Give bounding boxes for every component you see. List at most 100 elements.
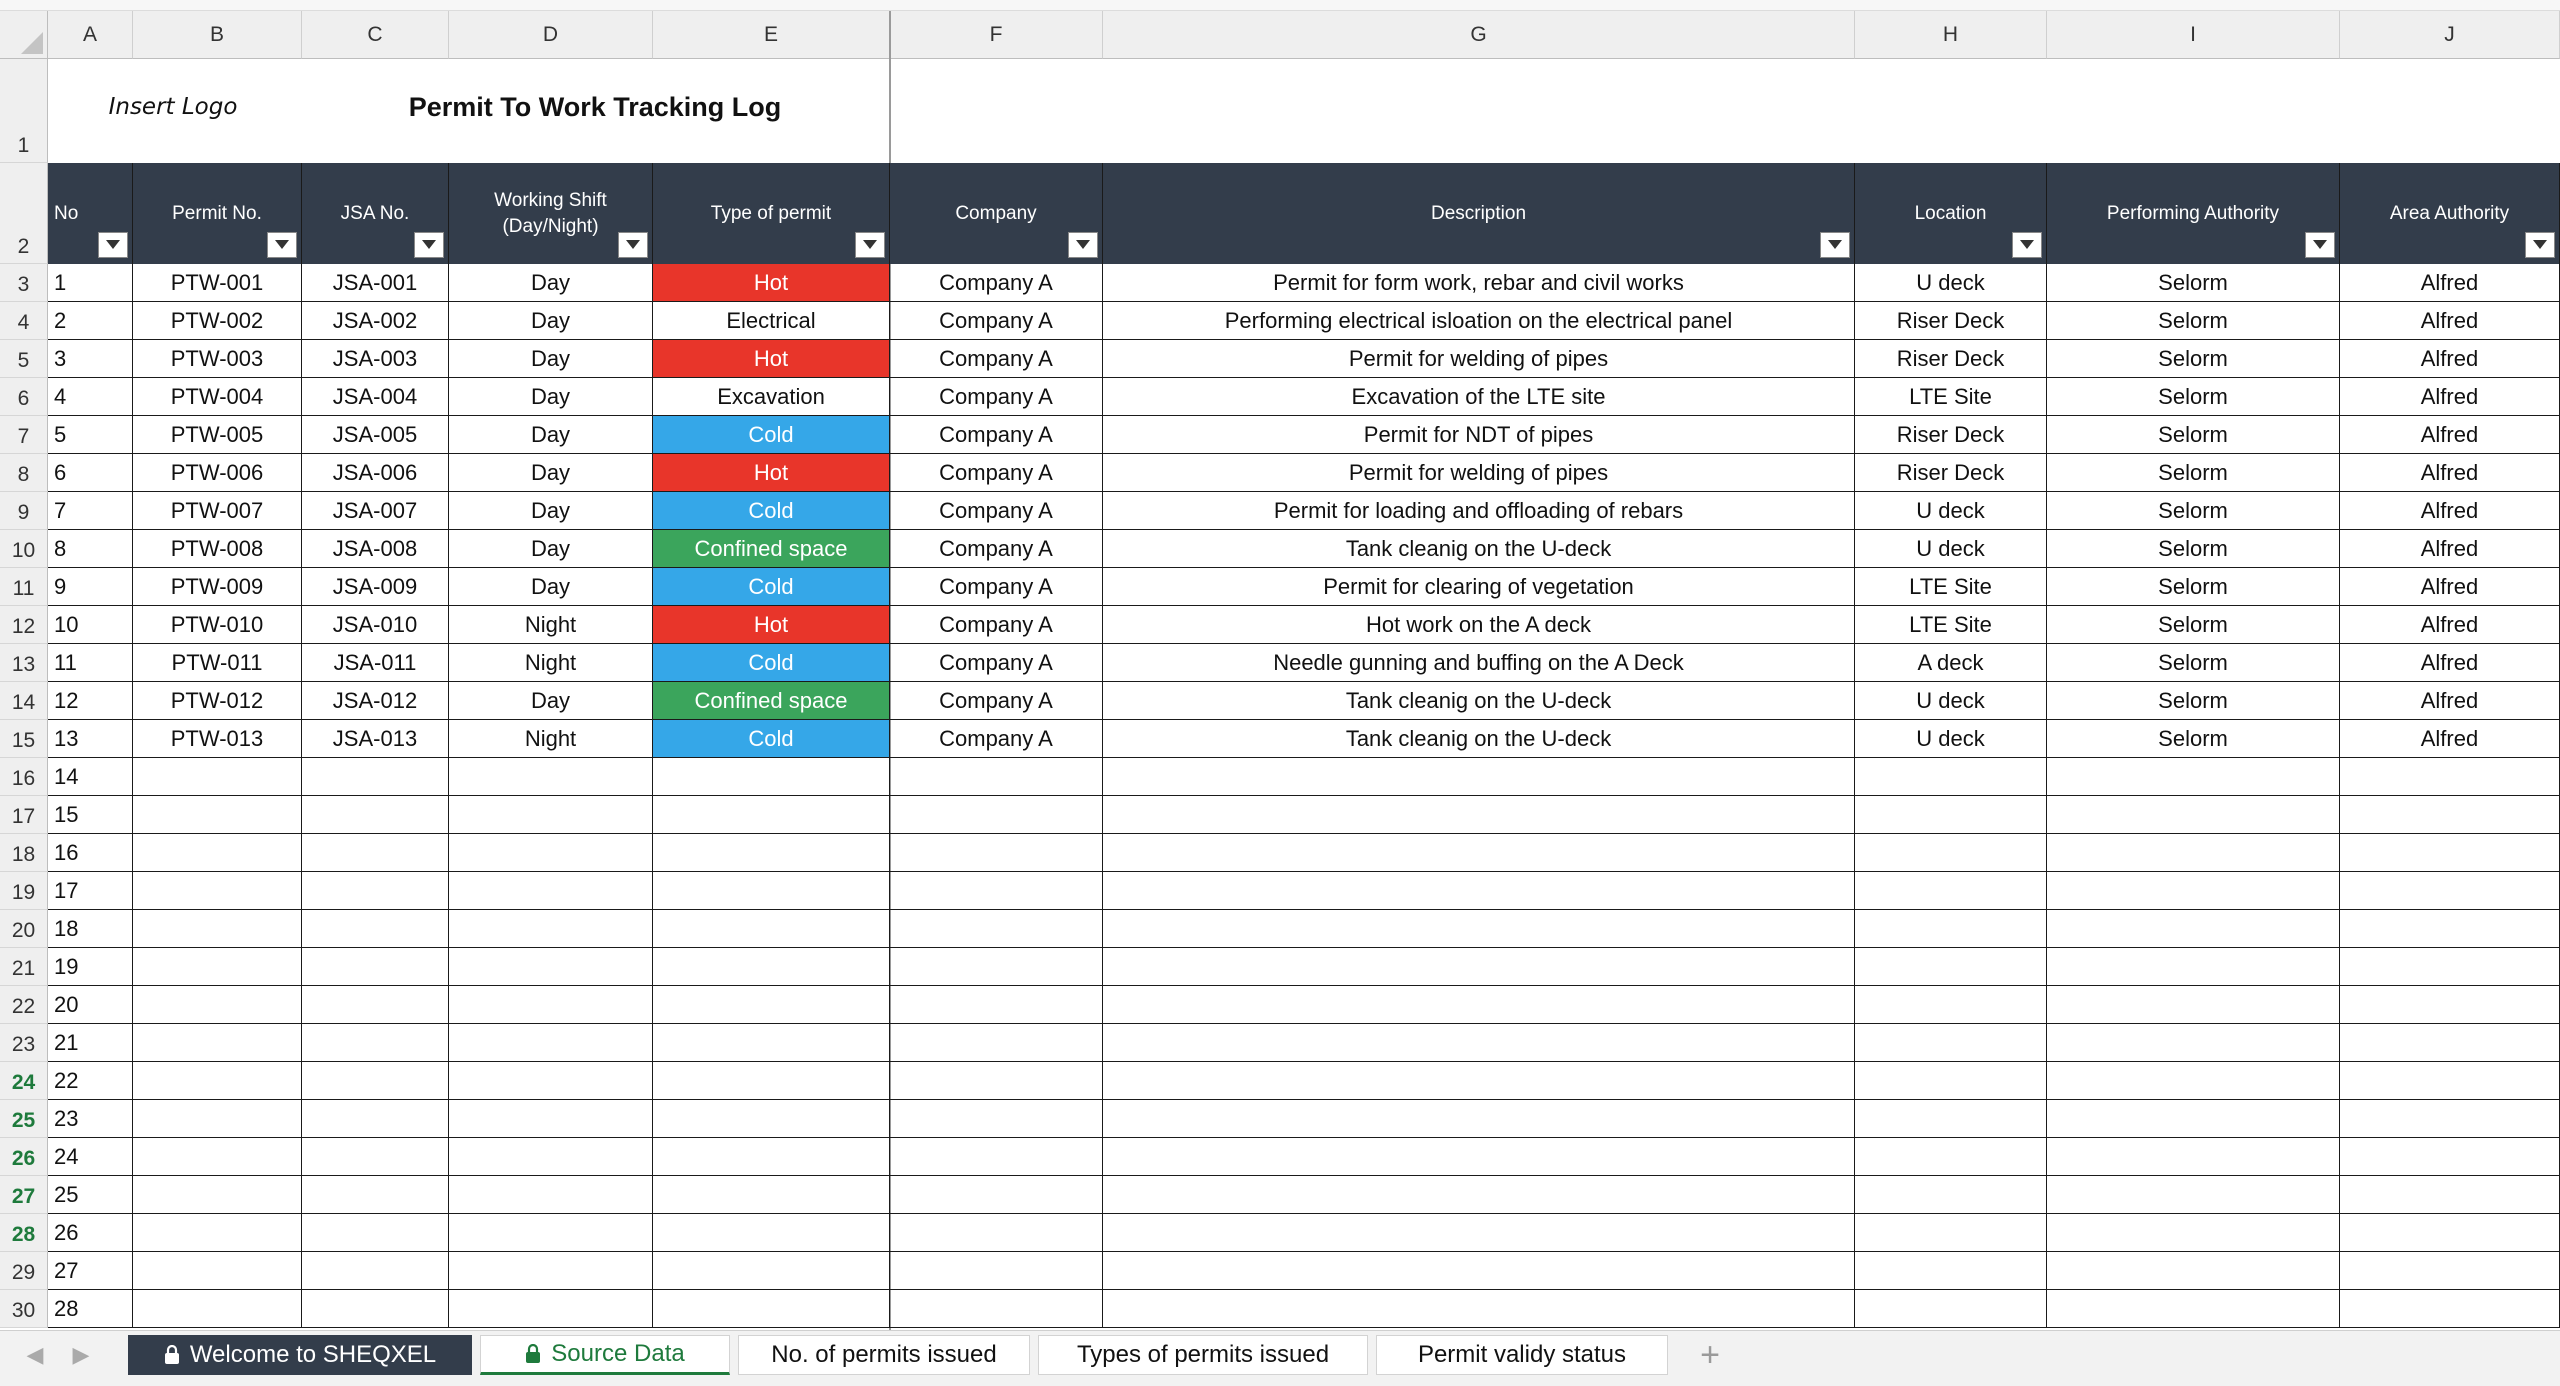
cell-shift[interactable] xyxy=(449,910,653,948)
cell-performing[interactable]: Selorm xyxy=(2047,720,2340,758)
cell-desc[interactable] xyxy=(1103,1214,1855,1252)
cell-no[interactable]: 4 xyxy=(48,378,133,416)
cell-company[interactable]: Company A xyxy=(890,568,1103,606)
cell-area[interactable] xyxy=(2340,910,2560,948)
cell-desc[interactable]: Excavation of the LTE site xyxy=(1103,378,1855,416)
row-header[interactable]: 27 xyxy=(0,1176,48,1214)
prev-sheet-icon[interactable]: ◀ xyxy=(22,1341,48,1369)
cell-type[interactable]: Cold xyxy=(653,644,890,682)
cell-company[interactable] xyxy=(890,910,1103,948)
cell-desc[interactable]: Permit for form work, rebar and civil wo… xyxy=(1103,264,1855,302)
row-header[interactable]: 12 xyxy=(0,606,48,644)
cell-permit[interactable]: PTW-005 xyxy=(133,416,302,454)
cell-no[interactable]: 26 xyxy=(48,1214,133,1252)
cell-shift[interactable]: Day xyxy=(449,530,653,568)
cell-performing[interactable] xyxy=(2047,872,2340,910)
row-header[interactable]: 16 xyxy=(0,758,48,796)
cell-jsa[interactable] xyxy=(302,758,449,796)
cell-performing[interactable]: Selorm xyxy=(2047,606,2340,644)
cell-area[interactable] xyxy=(2340,1214,2560,1252)
cell-area[interactable]: Alfred xyxy=(2340,568,2560,606)
cell-permit[interactable]: PTW-010 xyxy=(133,606,302,644)
cell-company[interactable] xyxy=(890,1252,1103,1290)
cell-performing[interactable] xyxy=(2047,910,2340,948)
cell-no[interactable]: 27 xyxy=(48,1252,133,1290)
row-header[interactable]: 20 xyxy=(0,910,48,948)
cell-location[interactable] xyxy=(1855,1100,2047,1138)
cell-shift[interactable] xyxy=(449,758,653,796)
cell-permit[interactable]: PTW-009 xyxy=(133,568,302,606)
filter-dropdown-icon[interactable] xyxy=(2012,232,2042,258)
cell-location[interactable]: LTE Site xyxy=(1855,568,2047,606)
cell-permit[interactable]: PTW-013 xyxy=(133,720,302,758)
cell-location[interactable]: Riser Deck xyxy=(1855,340,2047,378)
cell-performing[interactable] xyxy=(2047,1100,2340,1138)
cell-company[interactable] xyxy=(890,758,1103,796)
cell-permit[interactable]: PTW-006 xyxy=(133,454,302,492)
row-header[interactable]: 11 xyxy=(0,568,48,606)
cell-permit[interactable] xyxy=(133,1252,302,1290)
sheet-tab-source-data[interactable]: Source Data xyxy=(480,1335,730,1375)
row-header[interactable]: 13 xyxy=(0,644,48,682)
cell-jsa[interactable] xyxy=(302,1138,449,1176)
cell-no[interactable]: 8 xyxy=(48,530,133,568)
cell-shift[interactable]: Night xyxy=(449,606,653,644)
cell-area[interactable]: Alfred xyxy=(2340,378,2560,416)
cell-desc[interactable]: Hot work on the A deck xyxy=(1103,606,1855,644)
cell-permit[interactable]: PTW-011 xyxy=(133,644,302,682)
column-header-g[interactable]: G xyxy=(1103,11,1855,59)
cell-type[interactable] xyxy=(653,1214,890,1252)
cell-company[interactable]: Company A xyxy=(890,264,1103,302)
cell-shift[interactable] xyxy=(449,986,653,1024)
cell-desc[interactable]: Permit for NDT of pipes xyxy=(1103,416,1855,454)
cell-desc[interactable] xyxy=(1103,796,1855,834)
cell-performing[interactable]: Selorm xyxy=(2047,568,2340,606)
row-header[interactable]: 29 xyxy=(0,1252,48,1290)
cell-shift[interactable] xyxy=(449,1138,653,1176)
cell-no[interactable]: 22 xyxy=(48,1062,133,1100)
cell-jsa[interactable]: JSA-004 xyxy=(302,378,449,416)
cell-permit[interactable] xyxy=(133,1062,302,1100)
cell-no[interactable]: 13 xyxy=(48,720,133,758)
row-header[interactable]: 5 xyxy=(0,340,48,378)
cell-desc[interactable]: Performing electrical isloation on the e… xyxy=(1103,302,1855,340)
cell-permit[interactable] xyxy=(133,834,302,872)
cell-shift[interactable]: Day xyxy=(449,416,653,454)
row-header[interactable]: 10 xyxy=(0,530,48,568)
cell-company[interactable]: Company A xyxy=(890,644,1103,682)
cell-jsa[interactable] xyxy=(302,872,449,910)
cell-area[interactable]: Alfred xyxy=(2340,530,2560,568)
filter-dropdown-icon[interactable] xyxy=(2305,232,2335,258)
column-header-j[interactable]: J xyxy=(2340,11,2560,59)
cell-type[interactable] xyxy=(653,872,890,910)
column-header-e[interactable]: E xyxy=(653,11,890,59)
cell-location[interactable]: Riser Deck xyxy=(1855,416,2047,454)
cell-jsa[interactable] xyxy=(302,1290,449,1328)
cell-location[interactable] xyxy=(1855,758,2047,796)
cell-location[interactable] xyxy=(1855,872,2047,910)
cell-permit[interactable] xyxy=(133,872,302,910)
cell-type[interactable] xyxy=(653,910,890,948)
cell-desc[interactable] xyxy=(1103,910,1855,948)
cell-shift[interactable]: Night xyxy=(449,720,653,758)
cell-location[interactable]: LTE Site xyxy=(1855,378,2047,416)
row-header[interactable]: 21 xyxy=(0,948,48,986)
cell-jsa[interactable] xyxy=(302,986,449,1024)
cell-location[interactable] xyxy=(1855,1252,2047,1290)
cell-performing[interactable]: Selorm xyxy=(2047,682,2340,720)
cell-performing[interactable]: Selorm xyxy=(2047,454,2340,492)
cell-performing[interactable] xyxy=(2047,1252,2340,1290)
cell-location[interactable]: Riser Deck xyxy=(1855,302,2047,340)
cell-desc[interactable] xyxy=(1103,1062,1855,1100)
cell-permit[interactable]: PTW-007 xyxy=(133,492,302,530)
cell-desc[interactable]: Permit for welding of pipes xyxy=(1103,454,1855,492)
cell-desc[interactable] xyxy=(1103,1100,1855,1138)
cell-no[interactable]: 10 xyxy=(48,606,133,644)
cell-jsa[interactable]: JSA-012 xyxy=(302,682,449,720)
cell-jsa[interactable]: JSA-002 xyxy=(302,302,449,340)
cell-area[interactable]: Alfred xyxy=(2340,454,2560,492)
cell-no[interactable]: 19 xyxy=(48,948,133,986)
cell-company[interactable] xyxy=(890,1024,1103,1062)
cell-location[interactable] xyxy=(1855,1290,2047,1328)
cell-jsa[interactable] xyxy=(302,1024,449,1062)
